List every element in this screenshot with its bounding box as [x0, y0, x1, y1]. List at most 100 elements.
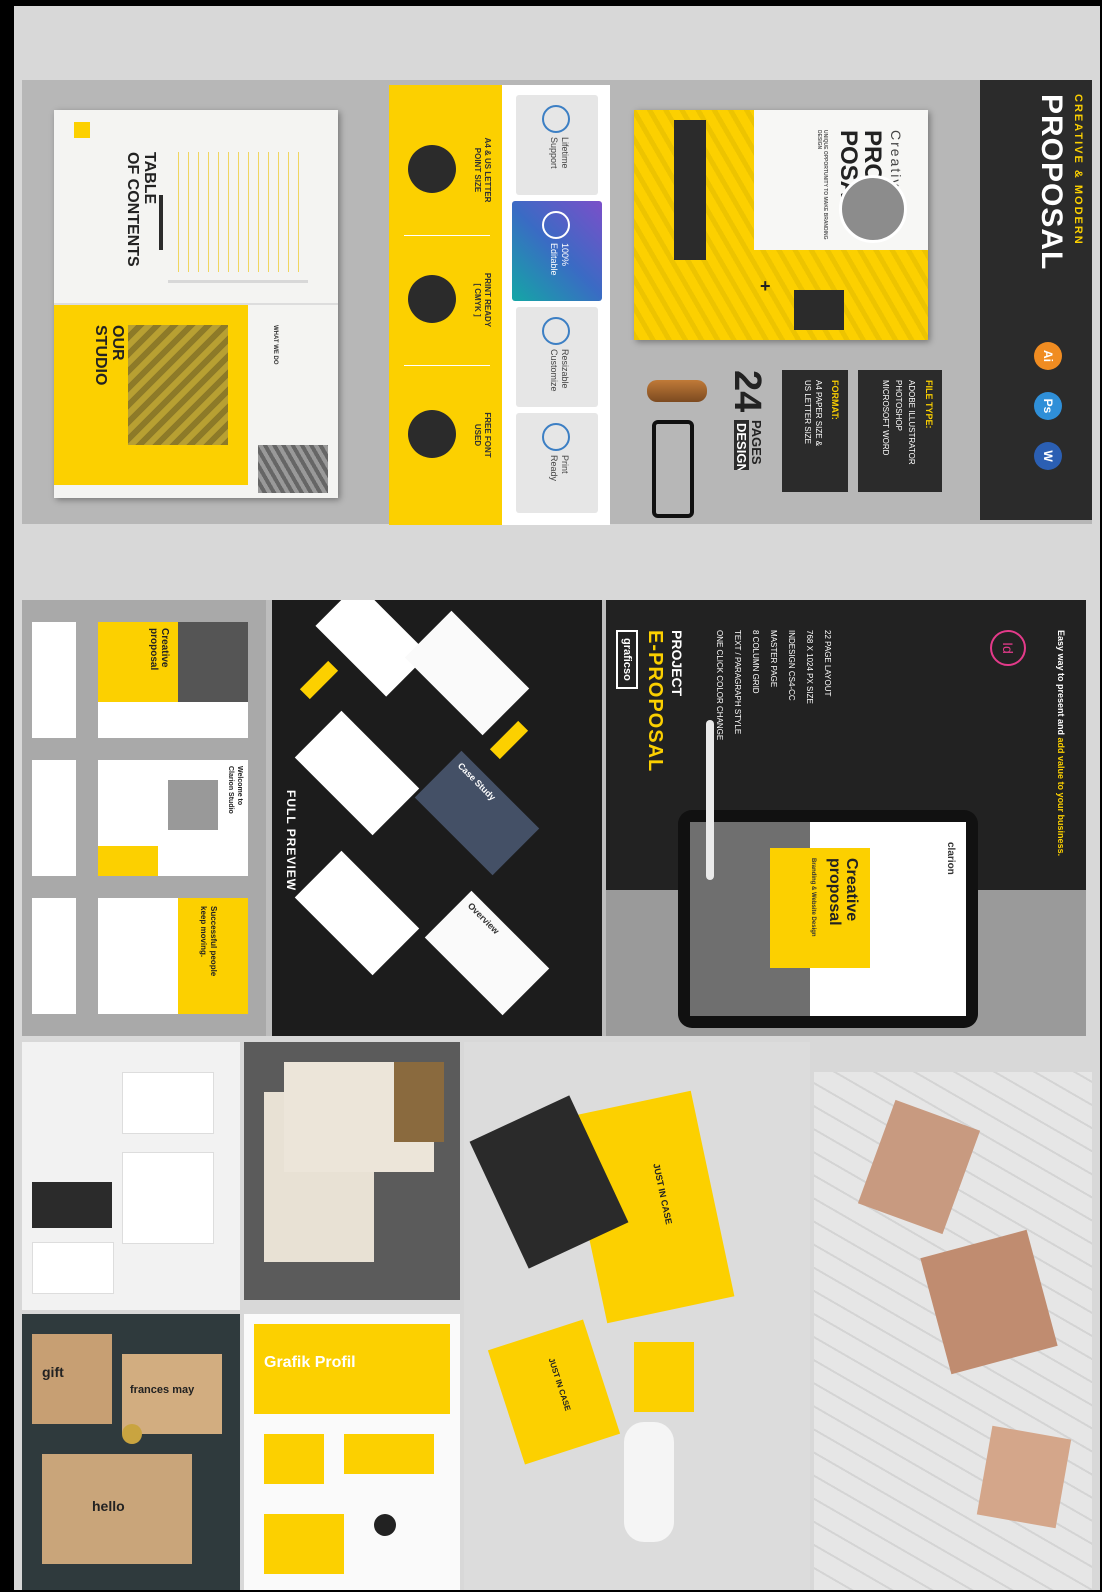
thumb-page: Successful people keep moving.: [98, 898, 248, 1014]
bullet-item: 22 PAGE LAYOUT: [823, 630, 832, 697]
proposal-kicker: CREATIVE & MODERN: [1072, 94, 1084, 246]
eproposal-panel: Creative proposal Welcome to Clarion Stu…: [22, 600, 1086, 1036]
format-box: FORMAT: A4 PAPER SIZE & US LETTER SIZE: [782, 370, 848, 492]
thumb-title: Clarion Studio: [227, 766, 234, 814]
thumb-page: [32, 622, 76, 738]
free-font-icon: [408, 410, 456, 458]
preview-slide: [315, 600, 429, 697]
bullet-item: INDESIGN CS4-CC: [787, 630, 796, 701]
eproposal-tagline: Easy way to present and add value to you…: [1056, 630, 1066, 856]
case-text: JUST IN CASE: [546, 1356, 573, 1413]
toc-title: TABLE OF CONTENTS: [124, 152, 158, 267]
customize-icon: [542, 317, 570, 345]
feature-label: Resizable: [560, 349, 570, 389]
feature-label: Lifetime: [560, 137, 570, 169]
preview-slide: [404, 610, 530, 736]
toc-title-line2: OF CONTENTS: [124, 152, 141, 267]
spec-paper-size: A4 & US LETTER POINT SIZE: [394, 115, 500, 225]
preview-slide: Overview: [424, 890, 550, 1016]
app-badge-ps: Ps: [1034, 392, 1062, 420]
kraft-text: hello: [92, 1498, 125, 1514]
eproposal-title: PROJECT E-PROPOSAL: [644, 630, 688, 772]
spec-print-ready: PRINT READY [ CMYK ]: [394, 245, 500, 355]
thumb-page: Welcome to Clarion Studio: [98, 760, 248, 876]
collage-canvas: TABLE OF CONTENTS OUR STUDIO WHAT WE DO …: [14, 6, 1100, 1590]
bullet-item: 768 X 1024 PX SIZE: [805, 630, 814, 704]
print-ready-icon: [408, 275, 456, 323]
print-ready-icon: [542, 423, 570, 451]
mockup-tile-kraft: gift frances may hello: [22, 1314, 240, 1590]
feature-label: Print: [560, 455, 570, 474]
pages-label: DESIGN: [734, 420, 749, 470]
format-item: US LETTER SIZE: [803, 380, 812, 445]
pages-count: 24: [726, 370, 768, 413]
feature-card-print-ready: Print Ready: [516, 413, 598, 513]
case-text: JUST IN CASE: [651, 1162, 674, 1226]
feature-card-editable: 100% Editable: [512, 201, 602, 301]
thumb-title: Creative: [159, 628, 170, 668]
eproposal-title-line2: E-PROPOSAL: [644, 630, 666, 773]
mockup-tile-just-in-case: JUST IN CASE JUST IN CASE: [464, 1042, 810, 1590]
feature-label: Editable: [549, 243, 559, 276]
brand-box: graficso: [616, 630, 638, 689]
editable-icon: [542, 211, 570, 239]
thumbnail-grid: Creative proposal Welcome to Clarion Stu…: [22, 600, 266, 1036]
full-preview-label: FULL PREVIEW: [284, 790, 298, 892]
thumb-page: [32, 898, 76, 1014]
app-badge-word: W: [1034, 442, 1062, 470]
toc-title-line1: TABLE: [141, 152, 158, 205]
mockup-tile-grafik: Grafik Profil: [244, 1314, 460, 1590]
spec-label: FREE FONT: [483, 412, 492, 458]
pages-label: PAGES: [749, 420, 764, 465]
bullet-item: ONE CLICK COLOR CHANGE: [715, 630, 724, 741]
file-type-box: FILE TYPE: ADOBE ILLUSTRATOR PHOTOSHOP M…: [858, 370, 942, 492]
file-type-item: ADOBE ILLUSTRATOR: [907, 380, 916, 465]
slide-title: Overview: [465, 900, 502, 937]
feature-label: Ready: [549, 455, 559, 482]
paper-size-icon: [408, 145, 456, 193]
eproposal-title-line1: PROJECT: [669, 630, 685, 697]
spec-free-font: FREE FONT USED: [394, 380, 500, 490]
studio-title-line1: OUR: [109, 325, 126, 361]
mockup-tile-stationery-bw: [22, 1042, 240, 1310]
spec-label: PRINT READY: [483, 272, 492, 328]
thumb-title: Successful people: [209, 906, 218, 977]
file-type-heading: FILE TYPE:: [924, 380, 934, 429]
thumb-page: Creative proposal: [98, 622, 248, 738]
feature-label: Customize: [549, 349, 559, 392]
spec-label: [ CMYK ]: [473, 283, 482, 317]
cover-tagline: UNIQUE OPPORTUNITY TO MAKE BRANDING DESI…: [816, 130, 828, 240]
thumb-title: Welcome to: [236, 766, 243, 806]
file-type-item: PHOTOSHOP: [894, 380, 903, 431]
proposal-title-bar: CREATIVE & MODERN PROPOSAL Ai Ps W: [980, 80, 1092, 520]
grafik-text: Grafik Profil: [264, 1354, 356, 1371]
mockup-tile-envelopes: [244, 1042, 460, 1300]
app-badge-ai: Ai: [1034, 342, 1062, 370]
proposal-title: PROPOSAL: [1035, 94, 1068, 271]
wax-stamp: [647, 380, 707, 402]
thumb-page: [32, 760, 76, 876]
brochure-spread: TABLE OF CONTENTS OUR STUDIO WHAT WE DO: [54, 110, 338, 498]
mockup-grid: gift frances may hello Grafik Profil JUS…: [22, 1042, 1092, 1590]
thumb-title: proposal: [148, 628, 159, 671]
preview-slide: [294, 710, 420, 836]
eproposal-main: Creative proposal Branding & Website Des…: [606, 600, 1086, 1036]
eproposal-bullets: 22 PAGE LAYOUT 768 X 1024 PX SIZE INDESI…: [710, 630, 836, 870]
full-preview-block: FULL PREVIEW Case Study Overview: [272, 600, 602, 1036]
preview-slide: Case Study: [414, 750, 540, 876]
studio-title: OUR STUDIO: [92, 325, 126, 385]
format-heading: FORMAT:: [830, 380, 840, 420]
spec-label: USED: [473, 423, 482, 447]
format-item: A4 PAPER SIZE &: [814, 380, 823, 447]
tagline-highlight: add value to your business.: [1056, 737, 1066, 857]
app-badge-id: Id: [990, 630, 1026, 666]
spec-label: POINT SIZE: [473, 147, 482, 193]
preview-slide: [294, 850, 420, 976]
bullet-item: MASTER PAGE: [769, 630, 778, 688]
plus-icon: +: [760, 276, 771, 296]
feature-card-customize: Resizable Customize: [516, 307, 598, 407]
cover-photo-circle: [839, 175, 907, 243]
glasses: [652, 420, 694, 518]
slide-title: Case Study: [455, 760, 498, 803]
proposal-cover: Creative PRO- POSAL UNIQUE OPPORTUNITY T…: [634, 110, 928, 340]
